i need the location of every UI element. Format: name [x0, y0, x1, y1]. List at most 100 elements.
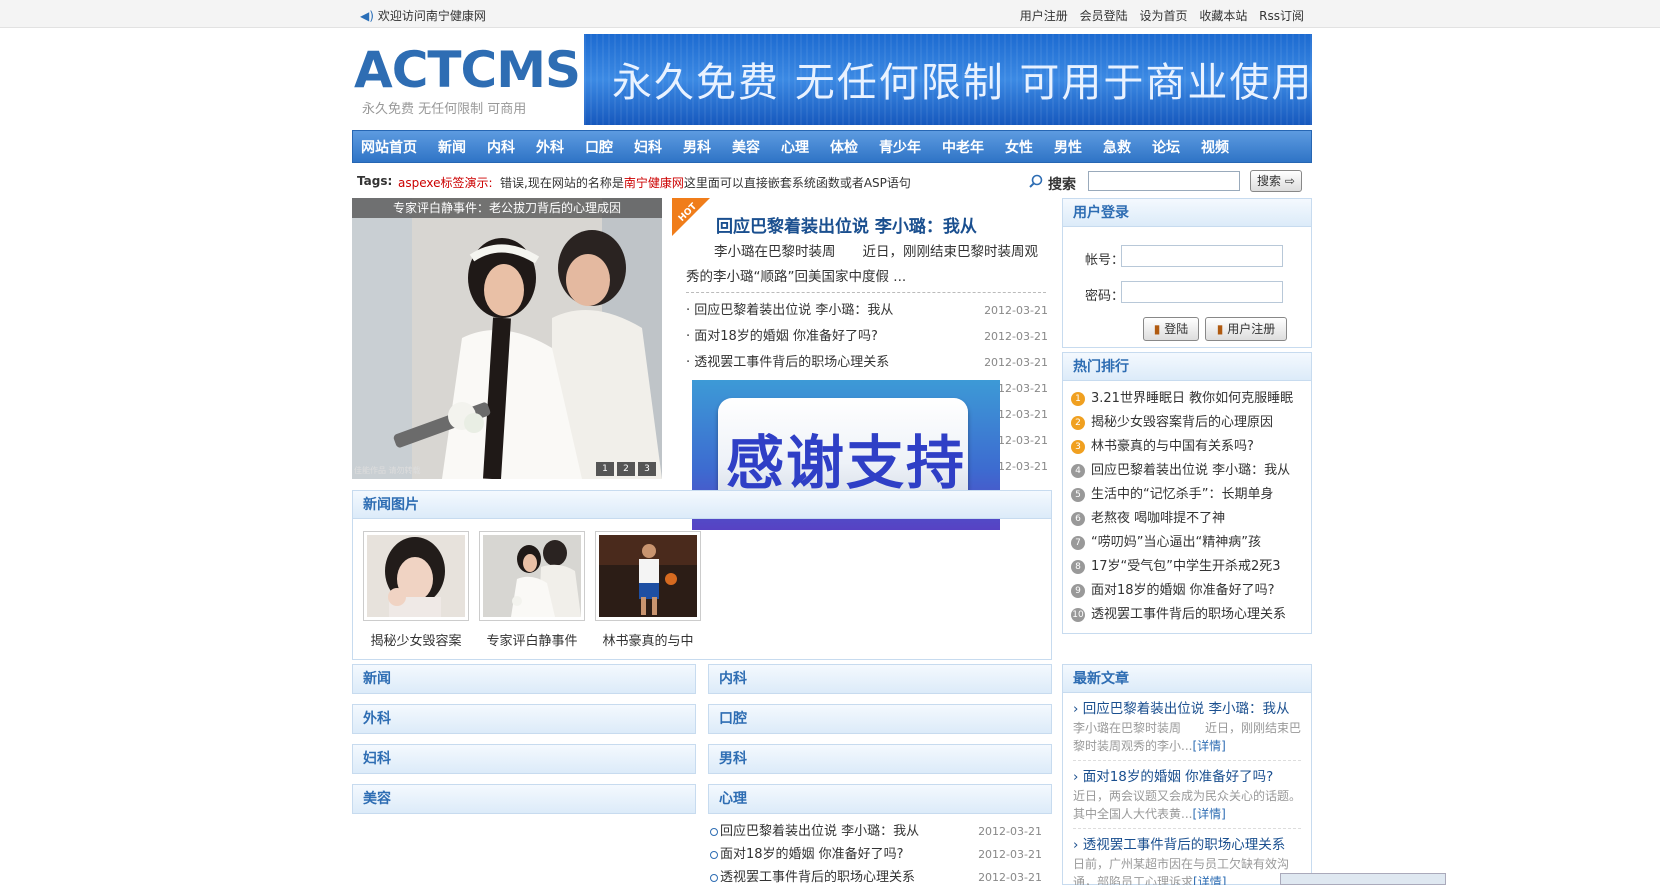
nav-item[interactable]: 急救 [1103, 137, 1131, 157]
nav-item[interactable]: 内科 [487, 137, 515, 157]
latest-article-summary: 日前，广州某超市因在与员工欠缺有效沟通，部陷员工心理诉求[详情] [1073, 855, 1301, 885]
slide-dot-2[interactable]: 2 [617, 462, 635, 476]
banner-text: 永久免费 无任何限制 可用于商业使用 [612, 60, 1312, 106]
nav-item[interactable]: 外科 [536, 137, 564, 157]
ranking-item-title: 回应巴黎着装出位说 李小璐：我从 [1091, 463, 1291, 478]
member-login-link[interactable]: 会员登陆 [1080, 9, 1128, 23]
ranking-item[interactable]: 8 17岁“受气包”中学生开杀戒2死3 [1069, 555, 1311, 579]
headline-list-item[interactable]: · 透视罢工事件背后的职场心理关系 2012-03-21 [686, 350, 1050, 376]
ime-toolbar[interactable] [1280, 873, 1446, 885]
news-pic-item[interactable]: 专家评白静事件 [479, 531, 585, 649]
category-psychology[interactable]: 心理 [708, 784, 1052, 814]
category-dental[interactable]: 口腔 [708, 704, 1052, 734]
ranking-item[interactable]: 5 生活中的“记忆杀手”：长期单身 [1069, 483, 1311, 507]
account-label: 帐号： [1085, 253, 1125, 268]
latest-article-title[interactable]: › 透视罢工事件背后的职场心理关系 [1073, 833, 1301, 853]
category-gynecology[interactable]: 妇科 [352, 744, 696, 774]
nav-item[interactable]: 心理 [781, 137, 809, 157]
logo-slogan: 永久免费 无任何限制 可商用 [362, 102, 527, 117]
ranking-item[interactable]: 10 透视罢工事件背后的职场心理关系 [1069, 603, 1311, 627]
bookmark-link[interactable]: 收藏本站 [1199, 9, 1247, 23]
tags-row: Tags: aspexe标签演示: 错误,现在网站的名称是南宁健康网这里面可以直… [352, 168, 1312, 194]
nav-item[interactable]: 妇科 [634, 137, 662, 157]
latest-article: › 面对18岁的婚姻 你准备好了吗? 近日，两会议题又会成为民众关心的话题。其中全… [1063, 761, 1311, 829]
slideshow-caption[interactable]: 专家评白静事件：老公拔刀背后的心理成因 [352, 198, 662, 218]
details-link[interactable]: [详情] [1193, 875, 1226, 885]
nav-item[interactable]: 体检 [830, 137, 858, 157]
headline-title[interactable]: 回应巴黎着装出位说 李小璐：我从 [716, 212, 977, 237]
ranking-item[interactable]: 1 3.21世界睡眠日 教你如何克服睡眠 [1069, 387, 1311, 411]
nav-item[interactable]: 网站首页 [361, 137, 417, 157]
tags-demo-link[interactable]: aspexe标签演示: [398, 174, 493, 191]
nav-item[interactable]: 青少年 [879, 137, 921, 157]
nav-item[interactable]: 新闻 [438, 137, 466, 157]
psychology-item[interactable]: 回应巴黎着装出位说 李小璐：我从 2012-03-21 [708, 820, 1052, 843]
psychology-item-date: 2012-03-21 [978, 848, 1042, 861]
latest-article-title[interactable]: › 回应巴黎着装出位说 李小璐：我从 [1073, 697, 1301, 717]
nav-item[interactable]: 视频 [1201, 137, 1229, 157]
login-button[interactable]: ▮ 登陆 [1143, 317, 1199, 341]
password-input[interactable] [1121, 281, 1283, 303]
latest-article-summary: 李小璐在巴黎时装周 近日，刚刚结束巴黎时装周观秀的李小...[详情] [1073, 719, 1301, 761]
psychology-item[interactable]: 透视罢工事件背后的职场心理关系 2012-03-21 [708, 866, 1052, 885]
psychology-list: 回应巴黎着装出位说 李小璐：我从 2012-03-21 面对18岁的婚姻 你准备好了… [708, 820, 1052, 885]
speaker-icon: ◀) [360, 9, 374, 23]
rank-number-icon: 8 [1071, 560, 1085, 574]
slideshow-pager: 1 2 3 [593, 462, 656, 476]
headline-item-date: 2012-03-21 [984, 330, 1048, 343]
rank-number-icon: 1 [1071, 392, 1085, 406]
latest-article-title[interactable]: › 面对18岁的婚姻 你准备好了吗? [1073, 765, 1301, 785]
slide-dot-1[interactable]: 1 [596, 462, 614, 476]
ranking-item[interactable]: 7 “唠叨妈”当心逼出“精神病”孩 [1069, 531, 1311, 555]
search-button[interactable]: 搜索 ⇨ [1250, 170, 1302, 192]
ranking-item[interactable]: 3 林书豪真的与中国有关系吗? [1069, 435, 1311, 459]
news-pic-caption: 林书豪真的与中 [602, 634, 694, 649]
headline-list-item[interactable]: · 面对18岁的婚姻 你准备好了吗? 2012-03-21 [686, 324, 1050, 350]
ranking-item[interactable]: 2 揭秘少女毁容案背后的心理原因 [1069, 411, 1311, 435]
category-news[interactable]: 新闻 [352, 664, 696, 694]
nav-item[interactable]: 美容 [732, 137, 760, 157]
search-input[interactable] [1088, 171, 1240, 191]
rss-link[interactable]: Rss订阅 [1259, 9, 1304, 23]
nav-item[interactable]: 男科 [683, 137, 711, 157]
slide-dot-3[interactable]: 3 [638, 462, 656, 476]
nav-item[interactable]: 中老年 [942, 137, 984, 157]
details-link[interactable]: [详情] [1192, 739, 1225, 753]
nav-item[interactable]: 男性 [1054, 137, 1082, 157]
magnifier-icon [1029, 174, 1043, 188]
rank-number-icon: 4 [1071, 464, 1085, 478]
category-andrology[interactable]: 男科 [708, 744, 1052, 774]
headline-list-item[interactable]: · 回应巴黎着装出位说 李小璐：我从 2012-03-21 [686, 298, 1050, 324]
ranking-item[interactable]: 4 回应巴黎着装出位说 李小璐：我从 [1069, 459, 1311, 483]
nav-item[interactable]: 口腔 [585, 137, 613, 157]
rank-number-icon: 9 [1071, 584, 1085, 598]
ranking-item[interactable]: 6 老熬夜 喝咖啡提不了神 [1069, 507, 1311, 531]
wedding-photo[interactable] [352, 198, 662, 479]
news-pic-item[interactable]: 林书豪真的与中 [595, 531, 701, 649]
rank-number-icon: 10 [1071, 608, 1085, 622]
rank-number-icon: 7 [1071, 536, 1085, 550]
ranking-item[interactable]: 9 面对18岁的婚姻 你准备好了吗? [1069, 579, 1311, 603]
ranking-item-title: 揭秘少女毁容案背后的心理原因 [1091, 415, 1274, 430]
lock-icon: ▮ [1153, 322, 1161, 336]
nav-item[interactable]: 论坛 [1152, 137, 1180, 157]
register-link[interactable]: 用户注册 [1020, 9, 1068, 23]
register-button[interactable]: ▮ 用户注册 [1205, 317, 1287, 341]
thanks-text: 感谢支持 [726, 429, 967, 497]
category-surgery[interactable]: 外科 [352, 704, 696, 734]
tags-label: Tags: [357, 174, 393, 188]
nav-item[interactable]: 女性 [1005, 137, 1033, 157]
psychology-item[interactable]: 面对18岁的婚姻 你准备好了吗? 2012-03-21 [708, 843, 1052, 866]
news-pic-item[interactable]: 揭秘少女毁容案 [363, 531, 469, 649]
category-beauty[interactable]: 美容 [352, 784, 696, 814]
details-link[interactable]: [详情] [1192, 807, 1225, 821]
site-name-link[interactable]: 南宁健康网 [624, 176, 684, 190]
headline-item-date: 2012-03-21 [984, 356, 1048, 369]
account-input[interactable] [1121, 245, 1283, 267]
header-banner[interactable]: 永久免费 无任何限制 可用于商业使用 [584, 34, 1312, 125]
featured-slideshow[interactable]: 专家评白静事件：老公拔刀背后的心理成因 佳能作品 请勿转载 1 2 3 [352, 198, 662, 479]
set-homepage-link[interactable]: 设为首页 [1139, 9, 1187, 23]
site-logo[interactable]: ACTCMS 永久免费 无任何限制 可商用 [352, 34, 582, 124]
category-internal[interactable]: 内科 [708, 664, 1052, 694]
psychology-item-title: 回应巴黎着装出位说 李小璐：我从 [720, 824, 920, 839]
